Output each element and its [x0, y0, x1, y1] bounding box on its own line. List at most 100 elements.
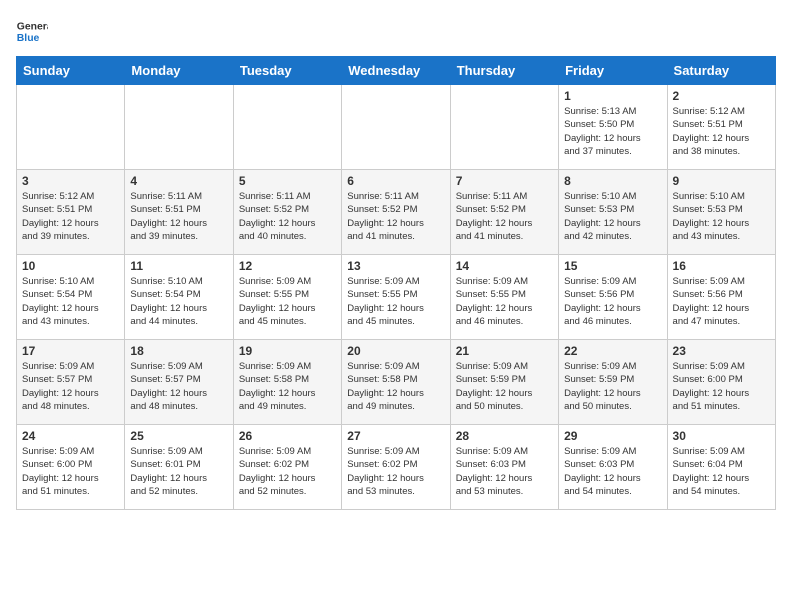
- calendar-header-wednesday: Wednesday: [342, 57, 450, 85]
- day-info: Sunrise: 5:09 AM Sunset: 5:59 PM Dayligh…: [456, 360, 553, 413]
- day-number: 21: [456, 344, 553, 358]
- day-number: 11: [130, 259, 227, 273]
- calendar-cell: 7Sunrise: 5:11 AM Sunset: 5:52 PM Daylig…: [450, 170, 558, 255]
- calendar-cell: 22 Sunrise: 5:09 AM Sunset: 5:59 PM Dayli…: [559, 340, 667, 425]
- day-number: 6: [347, 174, 444, 188]
- svg-text:General: General: [17, 22, 48, 33]
- day-info: Sunrise: 5:09 AM Sunset: 6:00 PM Dayligh…: [673, 360, 770, 413]
- calendar-week-1: 1Sunrise: 5:13 AM Sunset: 5:50 PM Daylig…: [17, 85, 776, 170]
- calendar-cell: 23 Sunrise: 5:09 AM Sunset: 6:00 PM Dayli…: [667, 340, 775, 425]
- day-info: Sunrise: 5:09 AM Sunset: 6:00 PM Dayligh…: [22, 445, 119, 498]
- day-number: 23: [673, 344, 770, 358]
- calendar-cell: 16 Sunrise: 5:09 AM Sunset: 5:56 PM Dayli…: [667, 255, 775, 340]
- day-number: 2: [673, 89, 770, 103]
- calendar-cell: [233, 85, 341, 170]
- calendar-cell: 2 Sunrise: 5:12 AM Sunset: 5:51 PM Daylig…: [667, 85, 775, 170]
- calendar-week-3: 10 Sunrise: 5:10 AM Sunset: 5:54 PM Dayli…: [17, 255, 776, 340]
- day-number: 30: [673, 429, 770, 443]
- day-number: 26: [239, 429, 336, 443]
- day-info: Sunrise: 5:09 AM Sunset: 5:55 PM Dayligh…: [347, 275, 444, 328]
- calendar-cell: 13 Sunrise: 5:09 AM Sunset: 5:55 PM Dayli…: [342, 255, 450, 340]
- day-number: 3: [22, 174, 119, 188]
- day-info: Sunrise: 5:09 AM Sunset: 6:01 PM Dayligh…: [130, 445, 227, 498]
- day-number: 13: [347, 259, 444, 273]
- day-number: 24: [22, 429, 119, 443]
- calendar-header-tuesday: Tuesday: [233, 57, 341, 85]
- day-info: Sunrise: 5:12 AM Sunset: 5:51 PM Dayligh…: [673, 105, 770, 158]
- day-info: Sunrise: 5:09 AM Sunset: 6:03 PM Dayligh…: [456, 445, 553, 498]
- day-info: Sunrise: 5:09 AM Sunset: 5:57 PM Dayligh…: [22, 360, 119, 413]
- day-number: 4: [130, 174, 227, 188]
- day-info: Sunrise: 5:11 AM Sunset: 5:51 PM Dayligh…: [130, 190, 227, 243]
- svg-text:Blue: Blue: [17, 33, 40, 44]
- calendar-cell: 26 Sunrise: 5:09 AM Sunset: 6:02 PM Dayli…: [233, 425, 341, 510]
- day-info: Sunrise: 5:09 AM Sunset: 6:02 PM Dayligh…: [347, 445, 444, 498]
- day-info: Sunrise: 5:11 AM Sunset: 5:52 PM Dayligh…: [347, 190, 444, 243]
- calendar-cell: 18 Sunrise: 5:09 AM Sunset: 5:57 PM Dayli…: [125, 340, 233, 425]
- day-info: Sunrise: 5:09 AM Sunset: 5:55 PM Dayligh…: [239, 275, 336, 328]
- calendar-header-friday: Friday: [559, 57, 667, 85]
- calendar-cell: 21 Sunrise: 5:09 AM Sunset: 5:59 PM Dayli…: [450, 340, 558, 425]
- day-info: Sunrise: 5:11 AM Sunset: 5:52 PM Dayligh…: [239, 190, 336, 243]
- day-info: Sunrise: 5:10 AM Sunset: 5:54 PM Dayligh…: [22, 275, 119, 328]
- calendar-cell: [342, 85, 450, 170]
- calendar-cell: 29 Sunrise: 5:09 AM Sunset: 6:03 PM Dayli…: [559, 425, 667, 510]
- day-number: 14: [456, 259, 553, 273]
- calendar-week-2: 3 Sunrise: 5:12 AM Sunset: 5:51 PM Daylig…: [17, 170, 776, 255]
- calendar-table: SundayMondayTuesdayWednesdayThursdayFrid…: [16, 56, 776, 510]
- day-number: 22: [564, 344, 661, 358]
- calendar-cell: [125, 85, 233, 170]
- calendar-cell: 6 Sunrise: 5:11 AM Sunset: 5:52 PM Daylig…: [342, 170, 450, 255]
- day-number: 16: [673, 259, 770, 273]
- day-info: Sunrise: 5:10 AM Sunset: 5:53 PM Dayligh…: [564, 190, 661, 243]
- day-info: Sunrise: 5:09 AM Sunset: 5:56 PM Dayligh…: [564, 275, 661, 328]
- day-number: 28: [456, 429, 553, 443]
- logo: General Blue: [16, 16, 48, 48]
- day-info: Sunrise: 5:11 AM Sunset: 5:52 PM Dayligh…: [456, 190, 553, 243]
- calendar-week-5: 24 Sunrise: 5:09 AM Sunset: 6:00 PM Dayli…: [17, 425, 776, 510]
- day-info: Sunrise: 5:09 AM Sunset: 5:59 PM Dayligh…: [564, 360, 661, 413]
- day-info: Sunrise: 5:09 AM Sunset: 6:03 PM Dayligh…: [564, 445, 661, 498]
- day-number: 9: [673, 174, 770, 188]
- day-number: 25: [130, 429, 227, 443]
- day-info: Sunrise: 5:12 AM Sunset: 5:51 PM Dayligh…: [22, 190, 119, 243]
- day-number: 29: [564, 429, 661, 443]
- logo-container: General Blue: [16, 16, 48, 48]
- day-number: 17: [22, 344, 119, 358]
- day-info: Sunrise: 5:09 AM Sunset: 5:57 PM Dayligh…: [130, 360, 227, 413]
- calendar-cell: 9 Sunrise: 5:10 AM Sunset: 5:53 PM Daylig…: [667, 170, 775, 255]
- day-info: Sunrise: 5:10 AM Sunset: 5:53 PM Dayligh…: [673, 190, 770, 243]
- day-number: 1: [564, 89, 661, 103]
- header: General Blue: [16, 16, 776, 48]
- day-info: Sunrise: 5:10 AM Sunset: 5:54 PM Dayligh…: [130, 275, 227, 328]
- calendar-header-thursday: Thursday: [450, 57, 558, 85]
- calendar-cell: 12Sunrise: 5:09 AM Sunset: 5:55 PM Dayli…: [233, 255, 341, 340]
- calendar-cell: 27 Sunrise: 5:09 AM Sunset: 6:02 PM Dayli…: [342, 425, 450, 510]
- day-number: 19: [239, 344, 336, 358]
- day-info: Sunrise: 5:09 AM Sunset: 5:55 PM Dayligh…: [456, 275, 553, 328]
- day-info: Sunrise: 5:09 AM Sunset: 5:56 PM Dayligh…: [673, 275, 770, 328]
- calendar-cell: 28 Sunrise: 5:09 AM Sunset: 6:03 PM Dayli…: [450, 425, 558, 510]
- calendar-cell: 20 Sunrise: 5:09 AM Sunset: 5:58 PM Dayli…: [342, 340, 450, 425]
- day-number: 10: [22, 259, 119, 273]
- calendar-cell: 14 Sunrise: 5:09 AM Sunset: 5:55 PM Dayli…: [450, 255, 558, 340]
- calendar-cell: 1Sunrise: 5:13 AM Sunset: 5:50 PM Daylig…: [559, 85, 667, 170]
- day-info: Sunrise: 5:09 AM Sunset: 6:04 PM Dayligh…: [673, 445, 770, 498]
- day-number: 18: [130, 344, 227, 358]
- calendar-header-monday: Monday: [125, 57, 233, 85]
- day-info: Sunrise: 5:09 AM Sunset: 5:58 PM Dayligh…: [347, 360, 444, 413]
- calendar-week-4: 17 Sunrise: 5:09 AM Sunset: 5:57 PM Dayli…: [17, 340, 776, 425]
- calendar-cell: 30 Sunrise: 5:09 AM Sunset: 6:04 PM Dayli…: [667, 425, 775, 510]
- day-info: Sunrise: 5:09 AM Sunset: 5:58 PM Dayligh…: [239, 360, 336, 413]
- calendar-cell: 11 Sunrise: 5:10 AM Sunset: 5:54 PM Dayli…: [125, 255, 233, 340]
- calendar-header-row: SundayMondayTuesdayWednesdayThursdayFrid…: [17, 57, 776, 85]
- day-number: 27: [347, 429, 444, 443]
- calendar-cell: 3 Sunrise: 5:12 AM Sunset: 5:51 PM Daylig…: [17, 170, 125, 255]
- day-number: 20: [347, 344, 444, 358]
- day-number: 8: [564, 174, 661, 188]
- calendar-cell: 25 Sunrise: 5:09 AM Sunset: 6:01 PM Dayli…: [125, 425, 233, 510]
- day-info: Sunrise: 5:09 AM Sunset: 6:02 PM Dayligh…: [239, 445, 336, 498]
- calendar-header-sunday: Sunday: [17, 57, 125, 85]
- calendar-cell: 15Sunrise: 5:09 AM Sunset: 5:56 PM Dayli…: [559, 255, 667, 340]
- calendar-cell: 10 Sunrise: 5:10 AM Sunset: 5:54 PM Dayli…: [17, 255, 125, 340]
